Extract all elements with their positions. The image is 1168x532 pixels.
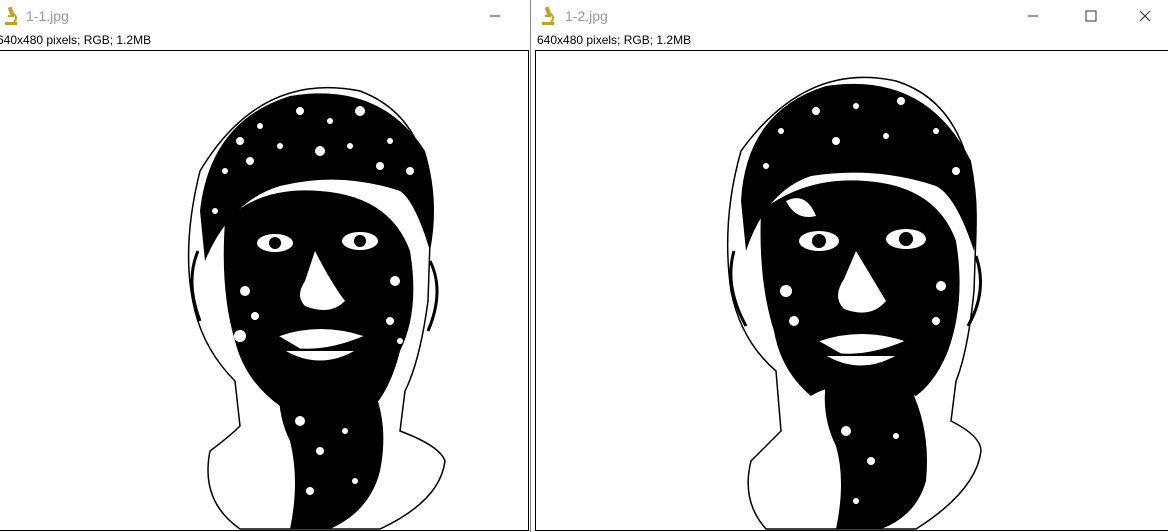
maximize-icon — [1085, 10, 1097, 22]
title-bar[interactable]: 1-2.jpg — [531, 0, 1168, 32]
image-canvas[interactable] — [0, 50, 529, 531]
minimize-button[interactable] — [472, 0, 518, 32]
maximize-button[interactable] — [1068, 0, 1114, 32]
minimize-icon — [1028, 15, 1038, 17]
image-info: 640x480 pixels; RGB; 1.2MB — [0, 33, 152, 47]
minimize-icon — [490, 15, 500, 17]
minimize-button[interactable] — [1010, 0, 1056, 32]
image-window-2[interactable]: 1-2.jpg 640x480 pixels; RGB; 1.2MB — [531, 0, 1168, 532]
close-icon — [1139, 10, 1151, 22]
microscope-icon — [539, 6, 557, 26]
face-image-2 — [726, 76, 982, 530]
title-bar[interactable]: 1-1.jpg — [0, 0, 530, 32]
close-button[interactable] — [1122, 0, 1168, 32]
face-image-1 — [187, 87, 446, 530]
window-title: 1-1.jpg — [26, 8, 69, 24]
microscope-icon — [2, 6, 20, 26]
image-window-1[interactable]: 1-1.jpg 640x480 pixels; RGB; 1.2MB — [0, 0, 530, 532]
image-canvas[interactable] — [535, 50, 1168, 531]
window-title: 1-2.jpg — [565, 8, 608, 24]
image-info: 640x480 pixels; RGB; 1.2MB — [537, 33, 692, 47]
